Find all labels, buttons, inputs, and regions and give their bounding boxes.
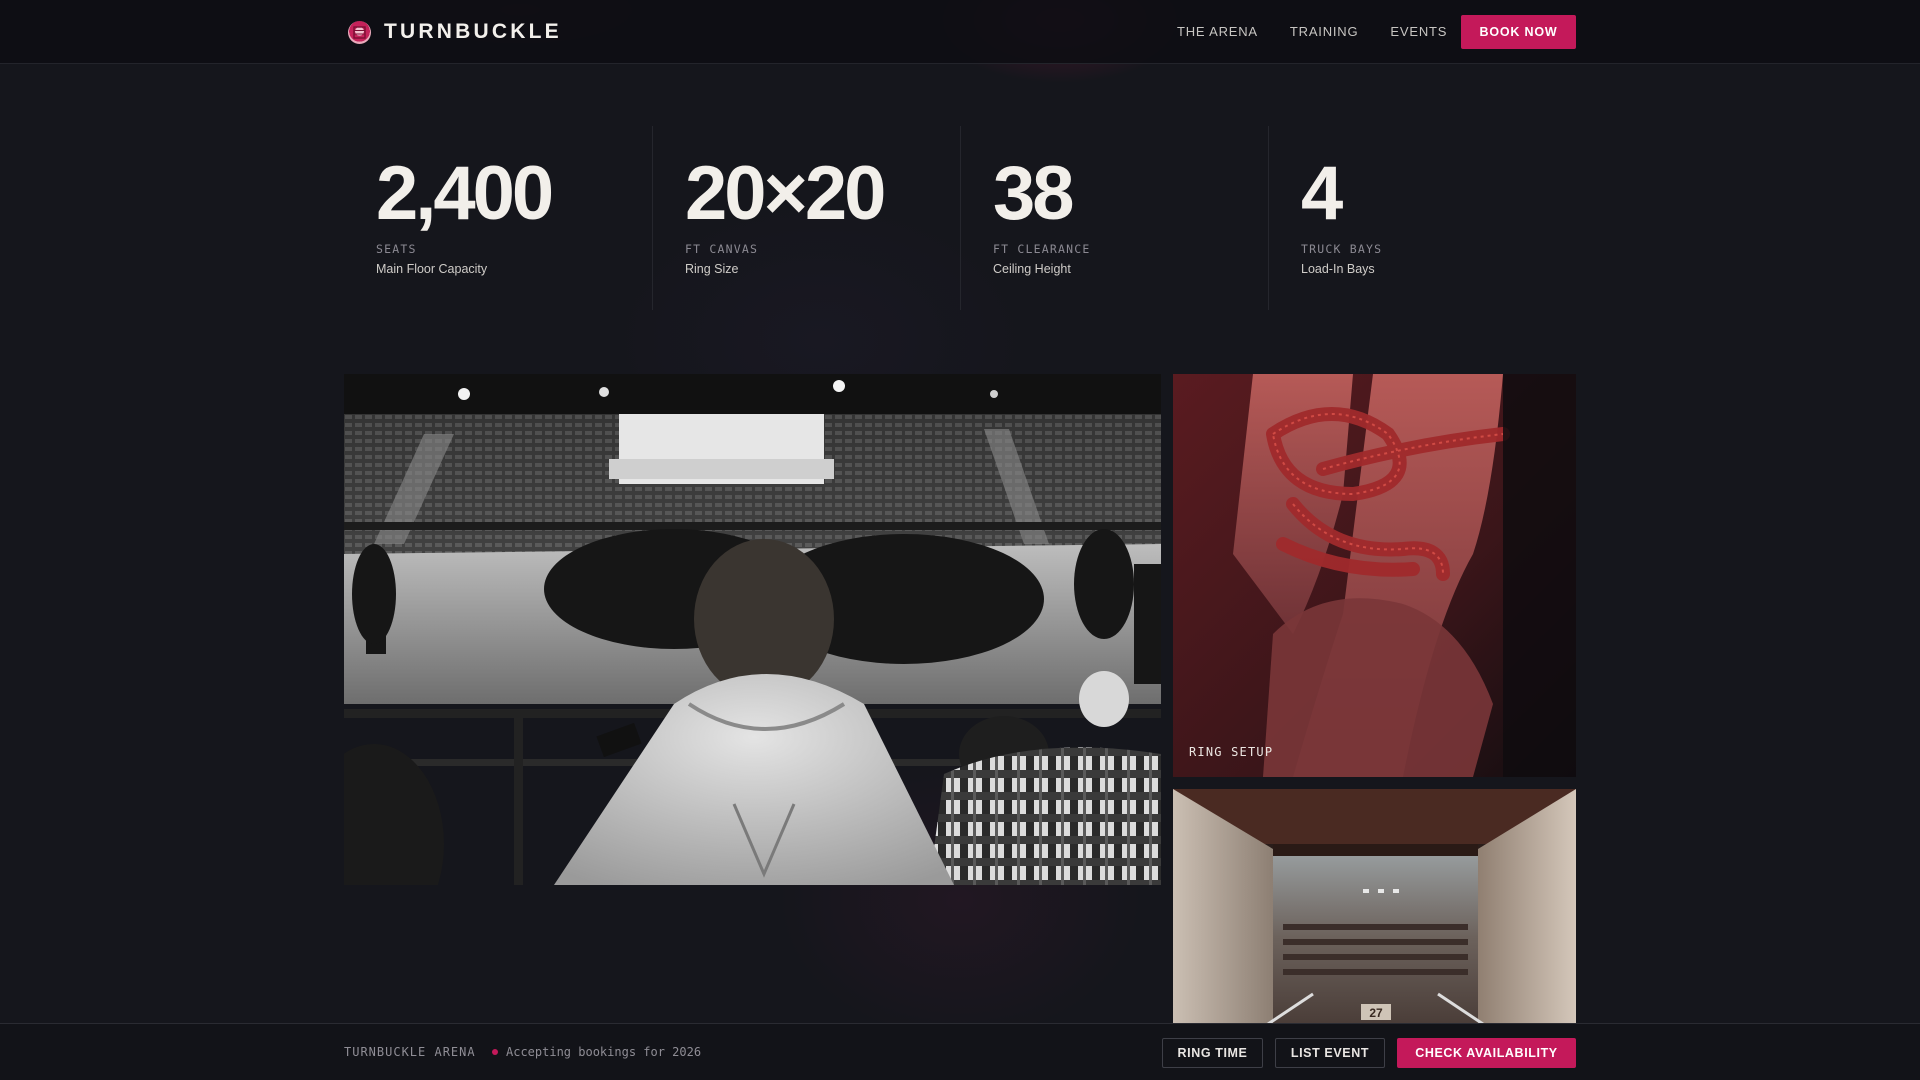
list-event-button[interactable]: LIST EVENT: [1275, 1038, 1385, 1068]
tunnel-section-number: 27: [1369, 1006, 1383, 1020]
booking-footer-bar: TURNBUCKLE ARENA Accepting bookings for …: [0, 1023, 1920, 1080]
photo-caption: RING SETUP: [1189, 745, 1274, 759]
booking-status: Accepting bookings for 2026: [506, 1045, 702, 1059]
stat-description: Load-In Bays: [1301, 262, 1375, 276]
stat-unit: TRUCK BAYS: [1301, 242, 1383, 256]
stat-truck-bays: 4 TRUCK BAYS Load-In Bays: [1268, 126, 1576, 310]
brand-name: TURNBUCKLE: [384, 20, 562, 43]
stat-description: Ring Size: [685, 262, 739, 276]
stat-ceiling-height: 38 FT CLEARANCE Ceiling Height: [960, 126, 1268, 310]
stat-description: Ceiling Height: [993, 262, 1071, 276]
stat-value: 4: [1301, 151, 1343, 236]
ring-setup-photo: RING SETUP: [1173, 374, 1576, 777]
check-availability-button[interactable]: CHECK AVAILABILITY: [1397, 1038, 1576, 1068]
stat-value: 2,400: [376, 151, 554, 236]
wrestling-ring-icon: [348, 20, 371, 44]
nav-link-the-arena[interactable]: THE ARENA: [1177, 24, 1258, 39]
arena-crowd-photo: [344, 374, 1161, 885]
stat-unit: SEATS: [376, 242, 417, 256]
stat-description: Main Floor Capacity: [376, 262, 488, 276]
brand[interactable]: TURNBUCKLE: [348, 20, 562, 44]
stat-ring-size: 20×20 FT CANVAS Ring Size: [652, 126, 960, 310]
nav-link-training[interactable]: TRAINING: [1290, 24, 1359, 39]
footer-brand: TURNBUCKLE ARENA: [344, 1045, 476, 1059]
stat-value: 20×20: [685, 151, 886, 236]
nav-link-events[interactable]: EVENTS: [1390, 24, 1447, 39]
main-nav: THE ARENA TRAINING EVENTS: [1177, 24, 1479, 39]
venue-stats: 2,400 SEATS Main Floor Capacity 20×20 FT…: [344, 126, 1576, 310]
status-dot-icon: [492, 1049, 498, 1055]
stat-value: 38: [993, 151, 1075, 236]
stat-unit: FT CLEARANCE: [993, 242, 1091, 256]
ring-time-button[interactable]: RING TIME: [1162, 1038, 1263, 1068]
tunnel-entrance-photo: 27: [1173, 789, 1576, 1025]
stat-seats: 2,400 SEATS Main Floor Capacity: [344, 126, 652, 310]
book-now-button[interactable]: BOOK NOW: [1461, 15, 1576, 49]
stat-unit: FT CANVAS: [685, 242, 759, 256]
site-header: TURNBUCKLE THE ARENA TRAINING EVENTS BOO…: [0, 0, 1920, 64]
